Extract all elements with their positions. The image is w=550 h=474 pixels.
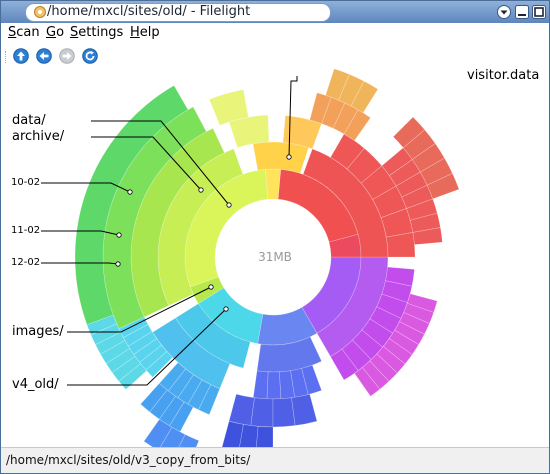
menu-settings[interactable]: Settings bbox=[70, 25, 123, 41]
label-images[interactable]: images/ bbox=[12, 325, 64, 339]
label-11-02[interactable]: 11-02 bbox=[11, 224, 40, 238]
segment-v4-slice[interactable] bbox=[266, 371, 282, 400]
total-size-label: 31MB bbox=[258, 250, 292, 264]
segment-v4-slice[interactable] bbox=[252, 370, 269, 400]
label-v4-old[interactable]: v4_old/ bbox=[12, 378, 59, 392]
app-icon[interactable] bbox=[33, 5, 47, 19]
segment-v4-5[interactable] bbox=[256, 426, 274, 447]
label-12-02[interactable]: 12-02 bbox=[11, 256, 40, 270]
label-data[interactable]: data/ bbox=[12, 114, 46, 128]
title-bar[interactable]: /home/mxcl/sites/old/ - Filelight bbox=[1, 1, 549, 23]
segment-v4-4[interactable] bbox=[250, 397, 274, 428]
menu-help[interactable]: Help bbox=[130, 25, 160, 41]
radial-map-canvas[interactable]: 31MB visitor.data data/ archive/ 10-02 1… bbox=[1, 69, 549, 447]
label-visitor-data[interactable]: visitor.data bbox=[467, 69, 539, 83]
refresh-icon[interactable] bbox=[82, 48, 98, 64]
back-icon[interactable] bbox=[36, 48, 52, 64]
segment-yellow-inner[interactable] bbox=[252, 141, 309, 174]
label-archive[interactable]: archive/ bbox=[12, 130, 64, 144]
filelight-window: /home/mxcl/sites/old/ - Filelight Scan G… bbox=[0, 0, 550, 474]
segment-yellow[interactable] bbox=[265, 168, 281, 200]
up-icon[interactable] bbox=[13, 48, 29, 64]
label-10-02[interactable]: 10-02 bbox=[11, 176, 40, 190]
menu-go[interactable]: Go bbox=[46, 25, 64, 41]
status-bar: /home/mxcl/sites/old/v3_copy_from_bits/ bbox=[1, 447, 549, 473]
forward-icon[interactable] bbox=[59, 48, 75, 64]
menu-scan[interactable]: Scan bbox=[8, 25, 40, 41]
window-title: /home/mxcl/sites/old/ - Filelight bbox=[47, 4, 251, 19]
toolbar bbox=[1, 43, 549, 70]
minimize-icon[interactable] bbox=[515, 5, 529, 19]
shade-icon[interactable] bbox=[497, 5, 511, 19]
segment-v4-4[interactable] bbox=[228, 393, 255, 426]
toolbar-grip[interactable] bbox=[5, 51, 8, 63]
maximize-icon[interactable] bbox=[532, 5, 546, 19]
segment-v4-4[interactable] bbox=[291, 393, 318, 426]
menu-bar: Scan Go Settings Help bbox=[1, 23, 549, 43]
status-path: /home/mxcl/sites/old/v3_copy_from_bits/ bbox=[6, 453, 251, 467]
